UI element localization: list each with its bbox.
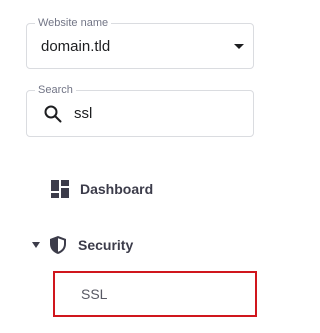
dashboard-icon xyxy=(51,180,69,198)
website-name-value: domain.tld xyxy=(41,38,111,55)
sidebar-item-label: SSL xyxy=(81,286,108,302)
sidebar-item-security[interactable]: Security xyxy=(32,233,268,257)
sidebar-item-dashboard[interactable]: Dashboard xyxy=(50,177,268,201)
website-name-select[interactable]: Website name domain.tld xyxy=(26,16,254,69)
shield-icon xyxy=(50,236,66,254)
search-input[interactable]: Search ssl xyxy=(26,83,254,137)
caret-down-icon[interactable] xyxy=(32,242,40,248)
search-label: Search xyxy=(35,83,76,97)
website-name-label: Website name xyxy=(35,16,112,30)
search-value: ssl xyxy=(74,105,93,122)
sidebar-item-label: Dashboard xyxy=(80,181,154,197)
search-icon xyxy=(44,105,62,123)
chevron-down-icon[interactable] xyxy=(234,44,244,49)
sidebar-item-label: Security xyxy=(78,237,134,253)
sidebar-item-ssl[interactable]: SSL xyxy=(53,271,257,317)
